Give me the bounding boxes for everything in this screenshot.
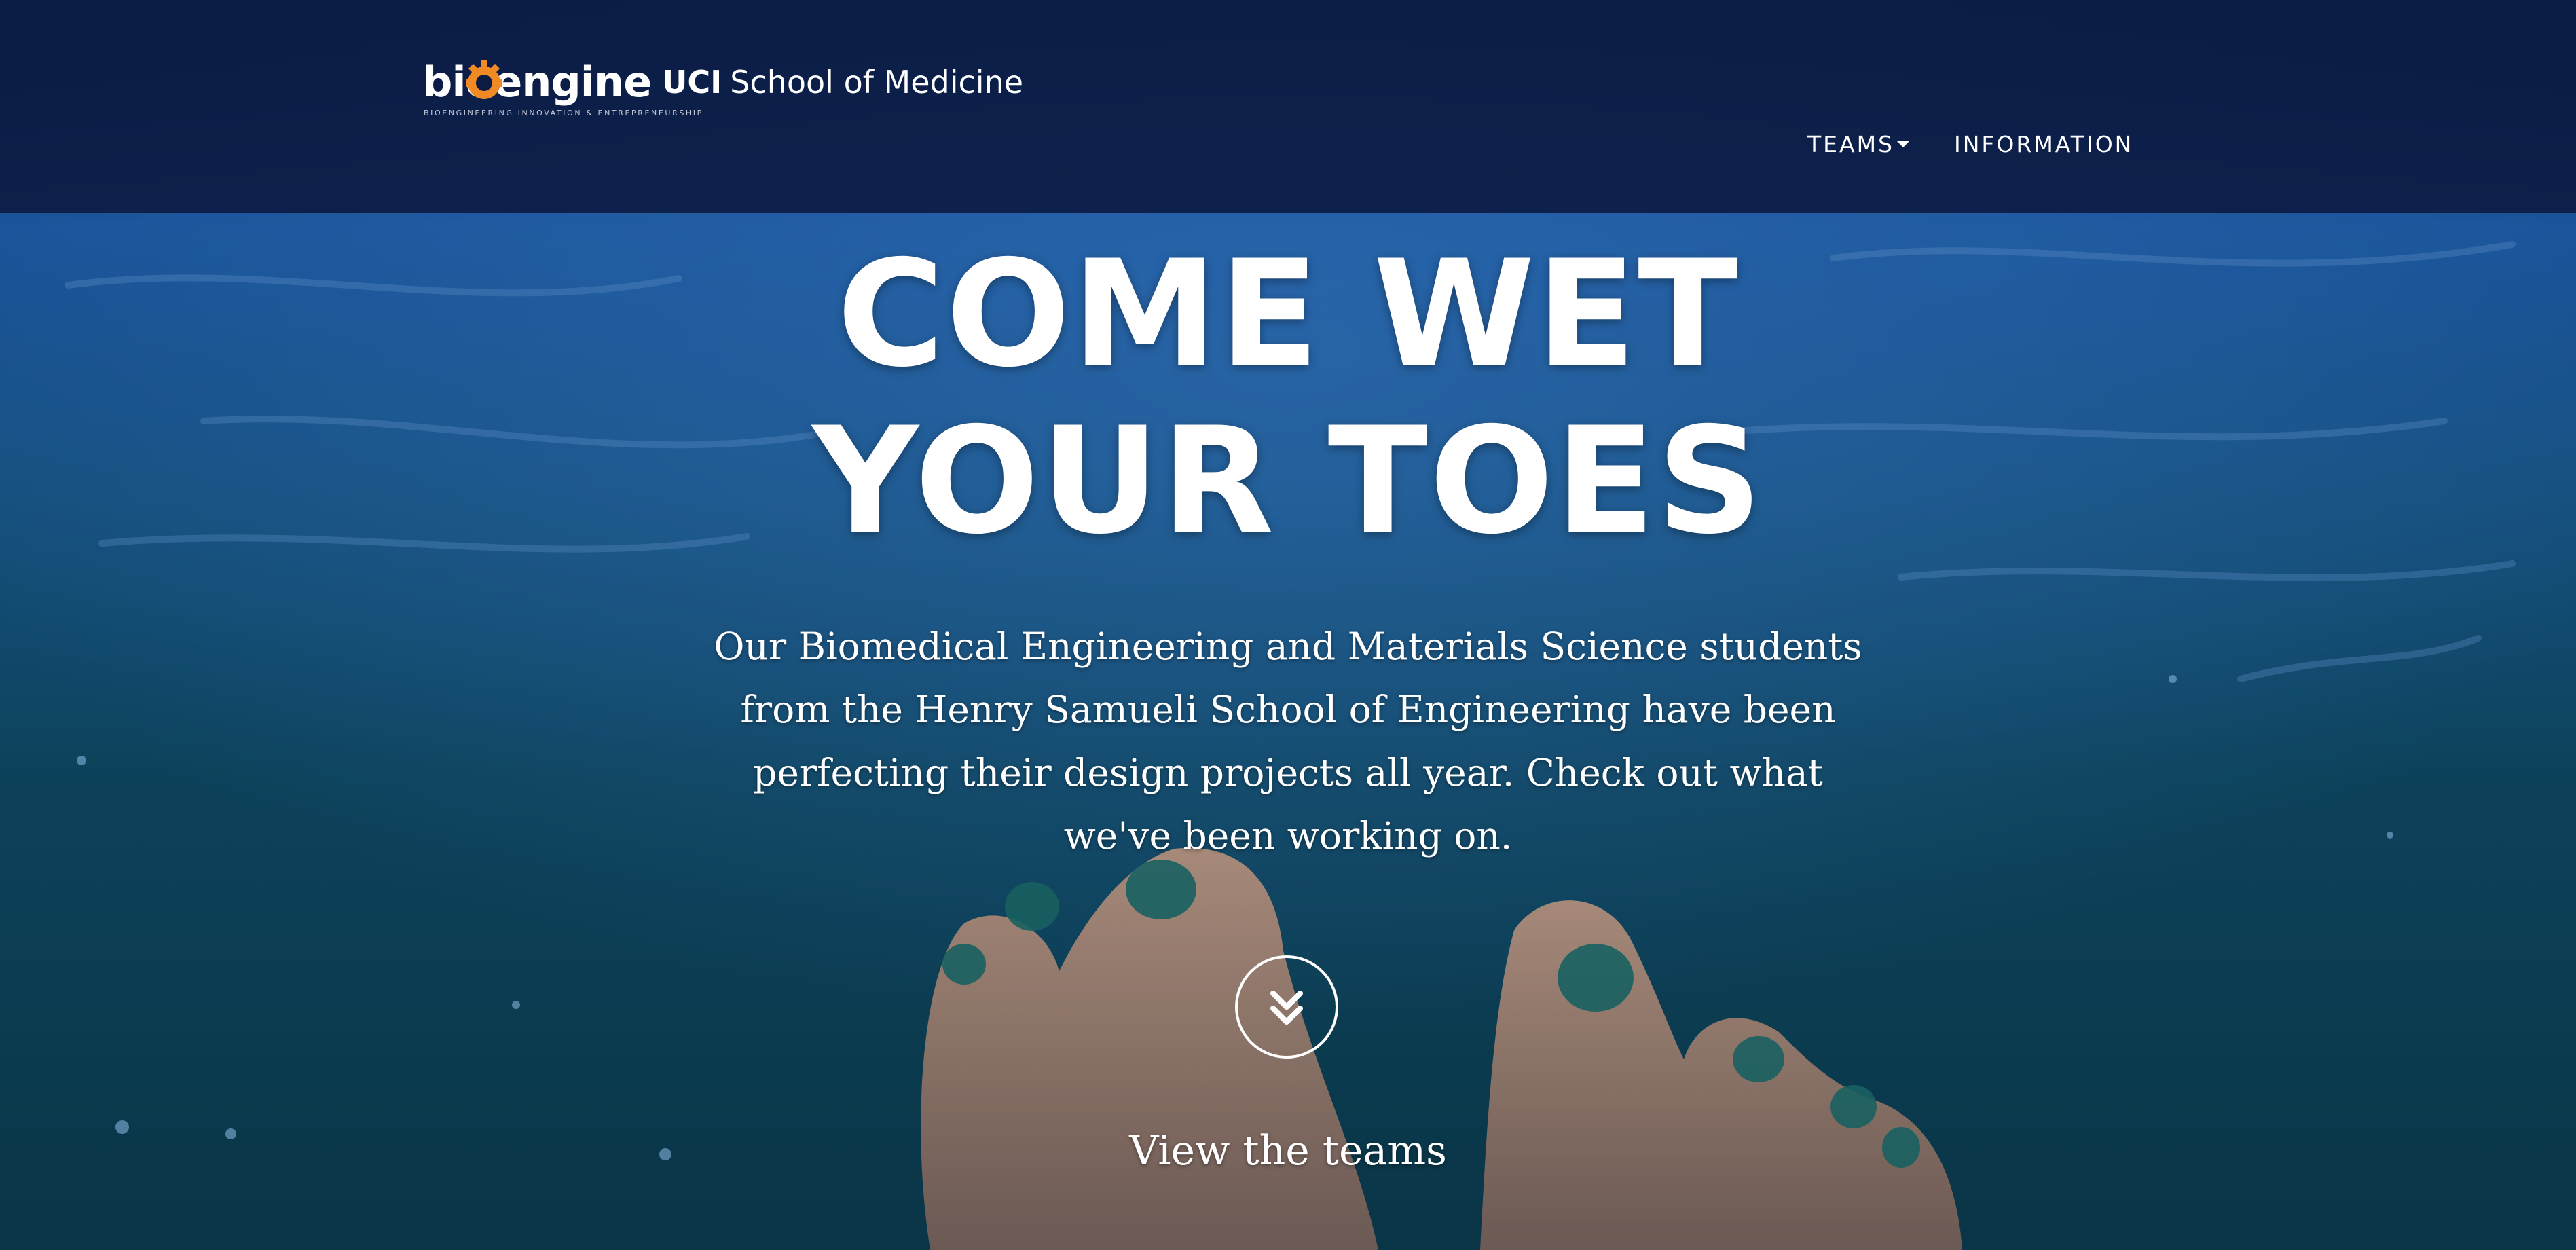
nav-item-teams[interactable]: TEAMS — [1807, 130, 1910, 158]
view-teams-link[interactable]: View the teams — [1084, 1127, 1492, 1175]
caret-down-icon — [1897, 141, 1910, 147]
main-nav: TEAMS INFORMATION — [1807, 129, 2133, 159]
nav-item-teams-label: TEAMS — [1807, 130, 1895, 158]
bioengine-logo-tagline: BIOENGINEERING INNOVATION & ENTREPRENEUR… — [424, 109, 703, 117]
bioengine-logo-text: bioengine — [422, 57, 652, 107]
uci-school-of-medicine-logo[interactable]: UCI School of Medicine — [662, 64, 1023, 100]
hero-title-line-1: COME WET — [836, 229, 1740, 399]
hero-description: Our Biomedical Engineering and Materials… — [714, 625, 1862, 858]
uci-logo-text: UCI — [662, 64, 722, 100]
double-chevron-down-icon — [1270, 991, 1303, 1025]
bioengine-logo[interactable]: bioengine BIOENGINEERING INNOVATION & EN… — [422, 57, 701, 145]
gear-icon — [466, 60, 502, 99]
nav-item-information-label: INFORMATION — [1954, 130, 2134, 158]
nav-item-information[interactable]: INFORMATION — [1954, 131, 2133, 158]
hero-title-line-2: YOUR TOES — [812, 396, 1764, 566]
site-header: bioengine BIOENGINEERING INNOVATION & EN… — [0, 0, 2576, 213]
school-of-medicine-text: School of Medicine — [730, 64, 1024, 100]
scroll-down-button[interactable] — [1235, 955, 1338, 1059]
